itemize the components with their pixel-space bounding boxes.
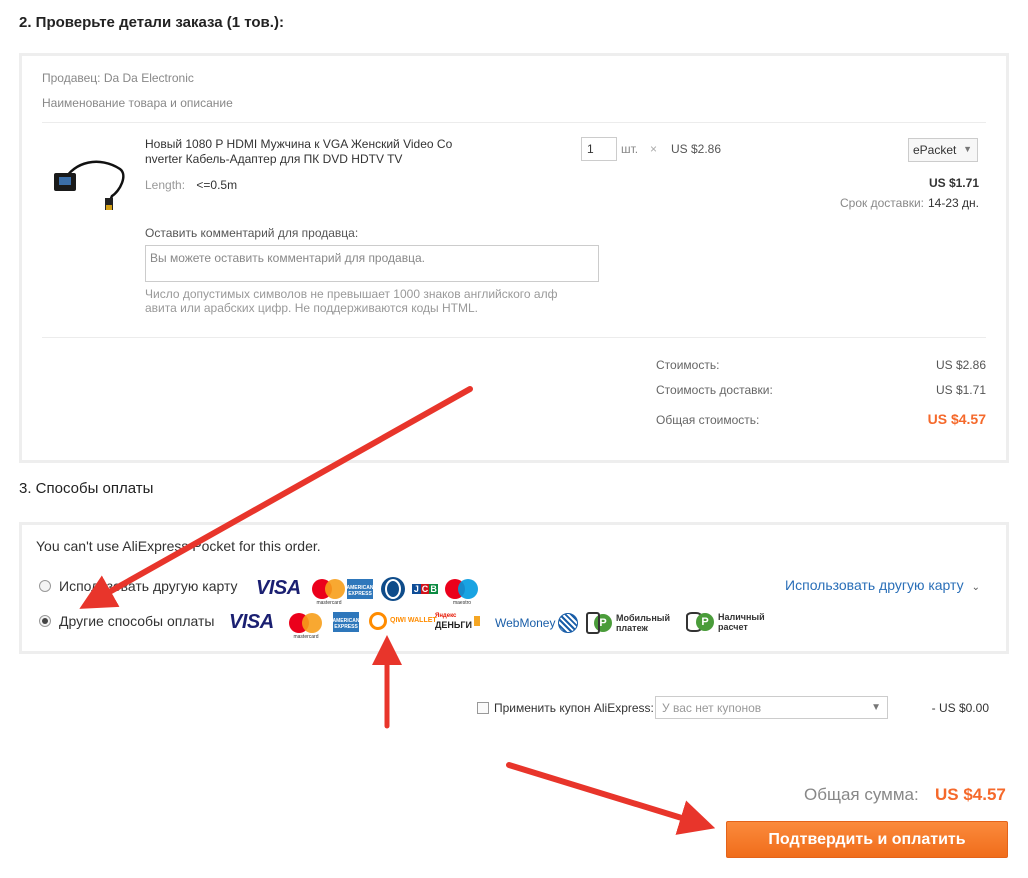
comment-hint: Число допустимых символов не превышает 1… xyxy=(145,287,558,315)
shipping-cost-value: US $1.71 xyxy=(935,383,986,397)
times-sign: × xyxy=(650,142,658,156)
chevron-down-icon: ▼ xyxy=(871,702,881,713)
coupon-select[interactable]: У вас нет купонов ▼ xyxy=(655,696,888,719)
coupon-select-value: У вас нет купонов xyxy=(662,701,762,715)
order-details-title: 2. Проверьте детали заказа (1 тов.): xyxy=(19,14,284,31)
qiwi-icon: QIWI WALLET xyxy=(369,612,437,630)
confirm-pay-button[interactable]: Подтвердить и оплатить xyxy=(726,821,1008,858)
chevron-down-icon: ▼ xyxy=(963,144,972,154)
option-other-card-label[interactable]: Использовать другую карту xyxy=(59,578,238,594)
mastercard-icon: mastercard xyxy=(289,611,323,640)
unit-price: US $2.86 xyxy=(671,142,722,156)
other-card-link[interactable]: Использовать другую карту ⌄ xyxy=(785,577,980,593)
product-thumbnail[interactable] xyxy=(50,151,130,211)
comment-label: Оставить комментарий для продавца: xyxy=(145,226,359,240)
jcb-icon: JCB xyxy=(412,584,439,594)
chevron-down-icon: ⌄ xyxy=(971,582,980,593)
cost-label: Стоимость: xyxy=(656,358,720,372)
payment-panel: You can't use AliExpress Pocket for this… xyxy=(19,522,1009,654)
divider xyxy=(42,337,986,338)
coupon-checkbox[interactable] xyxy=(477,702,489,714)
product-attribute: Length: <=0.5m xyxy=(145,178,237,192)
cash-payment-icon: Р Наличный расчет xyxy=(686,612,778,632)
mobile-payment-icon: Р Мобильный платеж xyxy=(586,612,678,634)
grand-total-value: US $4.57 xyxy=(935,785,1006,804)
visa-icon: VISA xyxy=(229,611,274,633)
divider xyxy=(42,122,986,123)
visa-icon: VISA xyxy=(256,577,301,599)
delivery-time: Срок доставки: 14-23 дн. xyxy=(840,196,979,210)
shipping-cost-label: Стоимость доставки: xyxy=(656,383,773,397)
option-other-methods-label[interactable]: Другие способы оплаты xyxy=(59,613,214,629)
coupon-label[interactable]: Применить купон AliExpress: xyxy=(494,701,654,715)
radio-other-methods[interactable] xyxy=(39,615,51,627)
seller-name: Продавец: Da Da Electronic xyxy=(42,71,194,85)
quantity-unit: шт. xyxy=(621,142,639,156)
arrow-to-pay-button xyxy=(506,762,716,835)
coupon-amount: - US $0.00 xyxy=(931,701,989,715)
cost-value: US $2.86 xyxy=(935,358,986,372)
amex-icon: AMERICAN EXPRESS xyxy=(347,579,373,599)
total-label: Общая стоимость: xyxy=(656,413,760,427)
delivery-label: Срок доставки: xyxy=(840,196,924,210)
pocket-message: You can't use AliExpress Pocket for this… xyxy=(36,538,321,554)
shipping-cost-row: Стоимость доставки: US $1.71 xyxy=(656,383,986,397)
cost-row: Стоимость: US $2.86 xyxy=(656,358,986,372)
payment-methods-title: 3. Способы оплаты xyxy=(19,480,154,497)
attribute-key: Length: xyxy=(145,178,186,192)
yandex-money-icon: Яндекс ДЕНЬГИ xyxy=(435,612,480,630)
grand-total-label: Общая сумма: xyxy=(804,785,919,804)
shipping-price: US $1.71 xyxy=(928,176,979,190)
quantity-input[interactable]: 1 xyxy=(581,137,617,161)
product-title[interactable]: Новый 1080 P HDMI Мужчина к VGA Женский … xyxy=(145,137,465,167)
shipping-method-select[interactable]: ePacket ▼ xyxy=(908,138,978,162)
total-value: US $4.57 xyxy=(927,411,986,427)
shipping-method-value: ePacket xyxy=(913,143,957,157)
diners-icon xyxy=(381,577,405,601)
maestro-icon: maestro xyxy=(445,577,479,606)
comment-textarea[interactable]: Вы можете оставить комментарий для прода… xyxy=(145,245,599,282)
product-column-header: Наименование товара и описание xyxy=(42,96,233,110)
amex-icon: AMERICAN EXPRESS xyxy=(333,612,359,632)
order-details-panel: Продавец: Da Da Electronic Наименование … xyxy=(19,53,1009,463)
mastercard-icon: mastercard xyxy=(312,577,346,606)
attribute-value: <=0.5m xyxy=(196,178,238,192)
delivery-value: 14-23 дн. xyxy=(928,196,979,210)
total-row: Общая стоимость: US $4.57 xyxy=(656,411,986,427)
webmoney-icon: WebMoney xyxy=(495,613,579,633)
radio-other-card[interactable] xyxy=(39,580,51,592)
